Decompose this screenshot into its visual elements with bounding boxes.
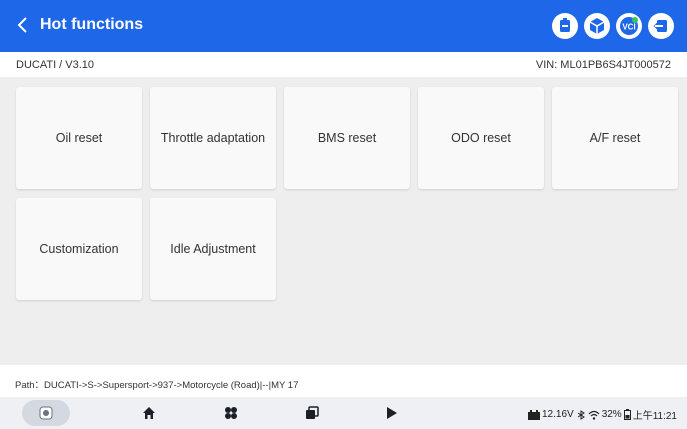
voltage-label: 12.16V — [541, 409, 574, 420]
odo-reset-button[interactable]: ODO reset — [418, 87, 544, 189]
svg-text:VCI: VCI — [622, 23, 635, 32]
wifi-icon — [588, 410, 600, 420]
vehicle-info-bar: DUCATI / V3.10 VIN: ML01PB6S4JT000572 — [0, 52, 687, 77]
play-icon[interactable] — [380, 401, 404, 425]
status-area: 12.16V 32% 上午11:21 — [527, 407, 677, 422]
clock-label: 上午11:21 — [632, 411, 677, 422]
bms-reset-button[interactable]: BMS reset — [284, 87, 410, 189]
af-reset-button[interactable]: A/F reset — [552, 87, 678, 189]
back-arrow-icon[interactable] — [14, 12, 34, 38]
vehicle-version: DUCATI / V3.10 — [16, 59, 95, 71]
idle-adjustment-button[interactable]: Idle Adjustment — [150, 198, 276, 300]
package-icon[interactable] — [584, 13, 610, 39]
exit-icon[interactable] — [648, 13, 674, 39]
bluetooth-icon — [577, 409, 585, 420]
vci-icon[interactable]: VCI — [616, 13, 642, 39]
customization-button[interactable]: Customization — [16, 198, 142, 300]
throttle-adaptation-button[interactable]: Throttle adaptation — [150, 87, 276, 189]
system-nav-bar: 12.16V 32% 上午11:21 — [0, 397, 687, 429]
page-title: Hot functions — [40, 16, 144, 33]
oil-reset-button[interactable]: Oil reset — [16, 87, 142, 189]
path-text: Path：DUCATI->S->Supersport->937->Motorcy… — [15, 380, 299, 391]
home-icon[interactable] — [137, 401, 161, 425]
path-bar: Path：DUCATI->S->Supersport->937->Motorcy… — [0, 365, 687, 397]
recent-apps-icon[interactable] — [300, 401, 324, 425]
battery-percent: 32% — [601, 409, 622, 420]
battery-icon — [623, 409, 631, 420]
apps-grid-icon[interactable] — [219, 401, 243, 425]
car-battery-icon — [527, 409, 540, 420]
header-bar: Hot functions VCI — [0, 0, 687, 52]
diagnostic-app-icon — [34, 401, 58, 425]
function-grid: Oil reset Throttle adaptation BMS reset … — [0, 77, 687, 365]
battery-app-icon[interactable] — [552, 13, 578, 39]
vin-label: VIN: ML01PB6S4JT000572 — [535, 59, 671, 71]
